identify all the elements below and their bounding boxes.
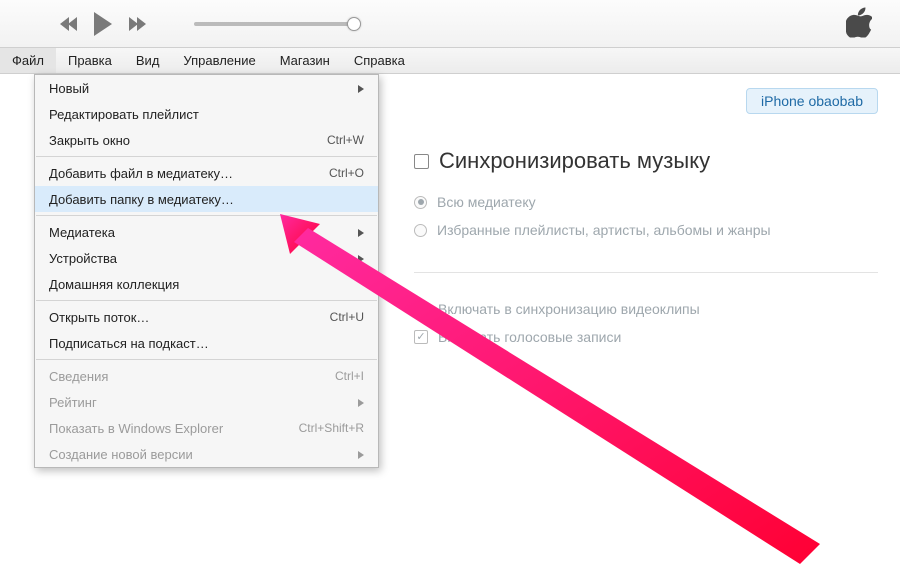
include-voice-label: Включать голосовые записи bbox=[438, 329, 621, 345]
dropdown-item: Показать в Windows Explorer Ctrl+Shift+R bbox=[35, 415, 378, 441]
submenu-arrow-icon bbox=[358, 225, 364, 240]
submenu-arrow-icon bbox=[358, 395, 364, 410]
content-area: iPhone obaobab Синхронизировать музыку В… bbox=[0, 74, 900, 500]
device-badge[interactable]: iPhone obaobab bbox=[746, 88, 878, 114]
dropdown-separator bbox=[36, 156, 377, 157]
dropdown-item-label: Показать в Windows Explorer bbox=[49, 421, 289, 436]
menu-edit[interactable]: Правка bbox=[56, 48, 124, 73]
submenu-arrow-icon bbox=[358, 81, 364, 96]
dropdown-item: Рейтинг bbox=[35, 389, 378, 415]
dropdown-item-shortcut: Ctrl+W bbox=[327, 133, 364, 147]
radio-selected-label: Избранные плейлисты, артисты, альбомы и … bbox=[437, 222, 771, 238]
file-dropdown: Новый Редактировать плейлист Закрыть окно C… bbox=[34, 74, 379, 468]
submenu-arrow-icon bbox=[358, 447, 364, 462]
dropdown-item-shortcut: Ctrl+Shift+R bbox=[299, 421, 364, 435]
radio-selected-row: Избранные плейлисты, артисты, альбомы и … bbox=[414, 222, 878, 238]
menu-store[interactable]: Магазин bbox=[268, 48, 342, 73]
dropdown-item-label: Закрыть окно bbox=[49, 133, 317, 148]
dropdown-item[interactable]: Подписаться на подкаст… bbox=[35, 330, 378, 356]
include-voice-row: ✓ Включать голосовые записи bbox=[414, 329, 878, 345]
dropdown-item-label: Устройства bbox=[49, 251, 350, 266]
dropdown-item[interactable]: Медиатека bbox=[35, 219, 378, 245]
dropdown-item: Создание новой версии bbox=[35, 441, 378, 467]
apple-logo-icon bbox=[846, 7, 872, 40]
sync-pane: iPhone obaobab Синхронизировать музыку В… bbox=[392, 74, 900, 500]
dropdown-item[interactable]: Домашняя коллекция bbox=[35, 271, 378, 297]
radio-entire-library-row: Всю медиатеку bbox=[414, 194, 878, 210]
dropdown-item-label: Новый bbox=[49, 81, 350, 96]
divider bbox=[414, 272, 878, 273]
dropdown-item[interactable]: Редактировать плейлист bbox=[35, 101, 378, 127]
dropdown-item-label: Рейтинг bbox=[49, 395, 350, 410]
include-videos-row: ✓ Включать в синхронизацию видеоклипы bbox=[414, 301, 878, 317]
dropdown-item-label: Добавить папку в медиатеку… bbox=[49, 192, 364, 207]
dropdown-item-label: Сведения bbox=[49, 369, 325, 384]
radio-entire-library-label: Всю медиатеку bbox=[437, 194, 536, 210]
dropdown-item-shortcut: Ctrl+O bbox=[329, 166, 364, 180]
dropdown-item-label: Медиатека bbox=[49, 225, 350, 240]
play-button[interactable] bbox=[94, 12, 112, 36]
menu-controls[interactable]: Управление bbox=[171, 48, 267, 73]
dropdown-item[interactable]: Добавить файл в медиатеку… Ctrl+O bbox=[35, 160, 378, 186]
dropdown-separator bbox=[36, 359, 377, 360]
dropdown-item[interactable]: Закрыть окно Ctrl+W bbox=[35, 127, 378, 153]
radio-selected[interactable] bbox=[414, 224, 427, 237]
dropdown-item-label: Редактировать плейлист bbox=[49, 107, 364, 122]
menu-help[interactable]: Справка bbox=[342, 48, 417, 73]
volume-thumb[interactable] bbox=[347, 17, 361, 31]
next-button[interactable] bbox=[130, 17, 146, 31]
dropdown-separator bbox=[36, 215, 377, 216]
dropdown-item-label: Создание новой версии bbox=[49, 447, 350, 462]
menu-bar: Файл Правка Вид Управление Магазин Справ… bbox=[0, 48, 900, 74]
dropdown-item-shortcut: Ctrl+U bbox=[330, 310, 364, 324]
sync-heading: Синхронизировать музыку bbox=[439, 148, 710, 174]
include-videos-checkbox[interactable]: ✓ bbox=[414, 302, 428, 316]
dropdown-item-label: Домашняя коллекция bbox=[49, 277, 364, 292]
submenu-arrow-icon bbox=[358, 251, 364, 266]
dropdown-item-label: Открыть поток… bbox=[49, 310, 320, 325]
sync-heading-row: Синхронизировать музыку bbox=[414, 148, 878, 174]
previous-button[interactable] bbox=[60, 17, 76, 31]
dropdown-item[interactable]: Устройства bbox=[35, 245, 378, 271]
include-voice-checkbox[interactable]: ✓ bbox=[414, 330, 428, 344]
device-label: iPhone obaobab bbox=[761, 93, 863, 109]
dropdown-item-shortcut: Ctrl+I bbox=[335, 369, 364, 383]
include-videos-label: Включать в синхронизацию видеоклипы bbox=[438, 301, 700, 317]
menu-file[interactable]: Файл bbox=[0, 48, 56, 73]
volume-slider[interactable] bbox=[194, 22, 354, 26]
dropdown-separator bbox=[36, 300, 377, 301]
dropdown-item: Сведения Ctrl+I bbox=[35, 363, 378, 389]
dropdown-item[interactable]: Открыть поток… Ctrl+U bbox=[35, 304, 378, 330]
dropdown-item[interactable]: Новый bbox=[35, 75, 378, 101]
menu-view[interactable]: Вид bbox=[124, 48, 172, 73]
dropdown-item-label: Подписаться на подкаст… bbox=[49, 336, 364, 351]
dropdown-item[interactable]: Добавить папку в медиатеку… bbox=[35, 186, 378, 212]
sync-music-checkbox[interactable] bbox=[414, 154, 429, 169]
radio-entire-library[interactable] bbox=[414, 196, 427, 209]
dropdown-item-label: Добавить файл в медиатеку… bbox=[49, 166, 319, 181]
player-bar bbox=[0, 0, 900, 48]
